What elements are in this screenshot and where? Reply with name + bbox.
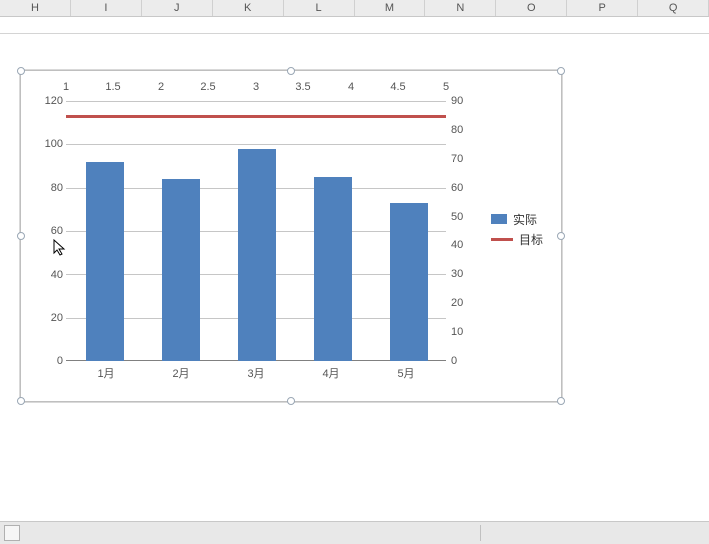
left-axis-tick: 100 — [28, 138, 63, 150]
legend-label: 目标 — [519, 231, 543, 248]
resize-handle[interactable] — [287, 397, 295, 405]
bar-actual[interactable] — [162, 179, 200, 361]
resize-handle[interactable] — [557, 232, 565, 240]
bar-actual[interactable] — [314, 177, 352, 361]
right-axis-tick: 20 — [451, 297, 486, 309]
chart-object[interactable]: 1 1.5 2 2.5 3 3.5 4 4.5 5 0 20 40 60 80 … — [20, 70, 562, 402]
left-axis-tick: 60 — [28, 225, 63, 237]
right-axis-tick: 50 — [451, 211, 486, 223]
col-header[interactable]: O — [496, 0, 567, 16]
right-axis-tick: 90 — [451, 95, 486, 107]
top-axis-tick: 5 — [431, 81, 461, 93]
top-axis-tick: 4 — [336, 81, 366, 93]
col-header[interactable]: H — [0, 0, 71, 16]
top-axis-tick: 3.5 — [288, 81, 318, 93]
category-tick: 1月 — [86, 365, 126, 381]
col-header[interactable]: M — [355, 0, 426, 16]
gridline — [66, 144, 446, 145]
resize-handle[interactable] — [557, 397, 565, 405]
left-axis-tick: 40 — [28, 269, 63, 281]
bar-actual[interactable] — [238, 149, 276, 361]
top-axis-tick: 2.5 — [193, 81, 223, 93]
col-header[interactable]: Q — [638, 0, 709, 16]
legend-entry-target[interactable]: 目标 — [491, 229, 543, 249]
plot-area[interactable] — [66, 101, 446, 361]
legend-entry-actual[interactable]: 实际 — [491, 209, 543, 229]
left-axis-tick: 120 — [28, 95, 63, 107]
series-target-line[interactable] — [66, 115, 446, 118]
top-axis-tick: 1.5 — [98, 81, 128, 93]
bar-actual[interactable] — [86, 162, 124, 361]
category-tick: 3月 — [236, 365, 276, 381]
resize-handle[interactable] — [17, 397, 25, 405]
right-axis-tick: 30 — [451, 268, 486, 280]
left-axis-tick: 0 — [28, 355, 63, 367]
sheet-tab-icon[interactable] — [4, 525, 20, 541]
col-header[interactable]: N — [425, 0, 496, 16]
legend-swatch-line-icon — [491, 238, 513, 241]
right-axis-tick: 0 — [451, 355, 486, 367]
bar-actual[interactable] — [390, 203, 428, 361]
top-axis-tick: 3 — [241, 81, 271, 93]
column-header-row: H I J K L M N O P Q — [0, 0, 709, 17]
right-axis-tick: 80 — [451, 124, 486, 136]
resize-handle[interactable] — [17, 67, 25, 75]
row-separator — [0, 16, 709, 34]
status-bar — [0, 521, 709, 544]
legend-label: 实际 — [513, 211, 537, 228]
category-tick: 4月 — [311, 365, 351, 381]
left-axis-tick: 20 — [28, 312, 63, 324]
left-axis-tick: 80 — [28, 182, 63, 194]
right-axis-tick: 60 — [451, 182, 486, 194]
right-axis-tick: 40 — [451, 239, 486, 251]
col-header[interactable]: I — [71, 0, 142, 16]
legend-swatch-bar-icon — [491, 214, 507, 224]
col-header[interactable]: P — [567, 0, 638, 16]
resize-handle[interactable] — [287, 67, 295, 75]
resize-handle[interactable] — [17, 232, 25, 240]
resize-handle[interactable] — [557, 67, 565, 75]
category-tick: 2月 — [161, 365, 201, 381]
gridline — [66, 101, 446, 102]
top-axis-tick: 1 — [51, 81, 81, 93]
right-axis-tick: 10 — [451, 326, 486, 338]
right-axis-tick: 70 — [451, 153, 486, 165]
chart-legend[interactable]: 实际 目标 — [491, 209, 543, 249]
col-header[interactable]: J — [142, 0, 213, 16]
col-header[interactable]: K — [213, 0, 284, 16]
top-axis-tick: 2 — [146, 81, 176, 93]
status-separator — [480, 525, 481, 541]
category-tick: 5月 — [386, 365, 426, 381]
col-header[interactable]: L — [284, 0, 355, 16]
top-axis-tick: 4.5 — [383, 81, 413, 93]
